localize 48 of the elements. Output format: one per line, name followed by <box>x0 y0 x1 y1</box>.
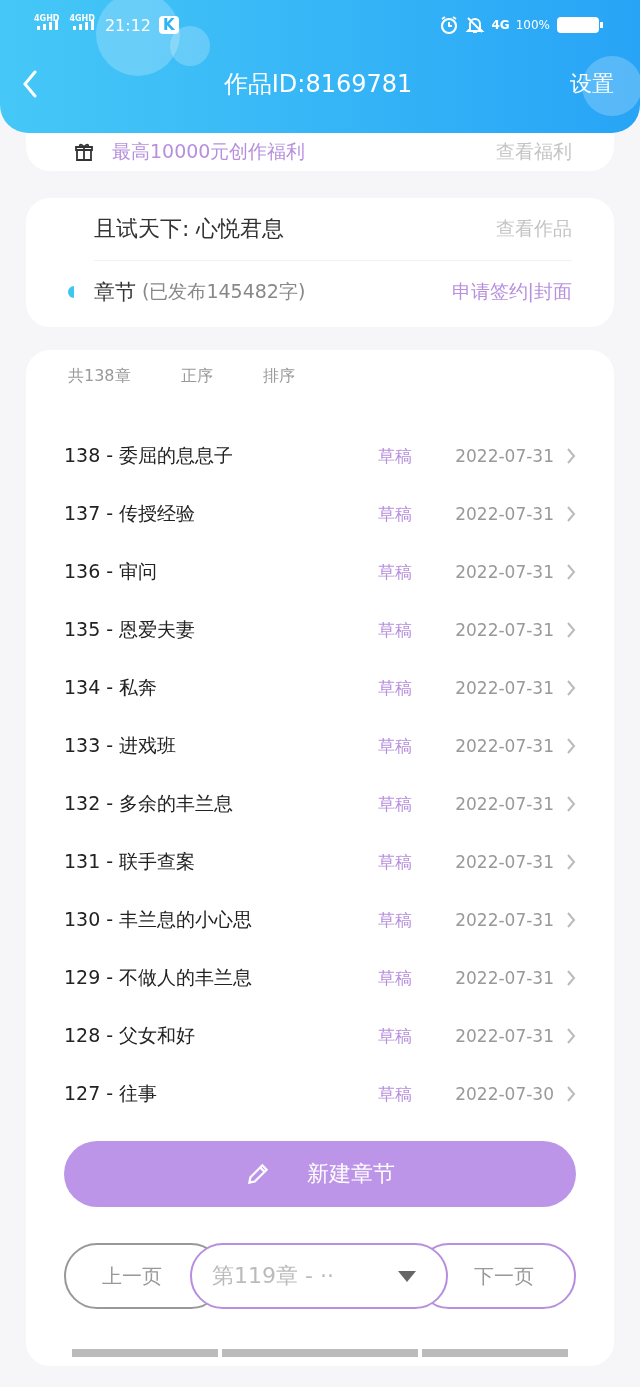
chapter-date: 2022-07-31 <box>454 678 554 698</box>
chapter-title: 137 - 传授经验 <box>64 501 197 526</box>
word-count: (已发布145482字) <box>142 279 307 304</box>
chapter-date: 2022-07-31 <box>454 968 554 988</box>
status-tag: 草稿 <box>378 676 448 700</box>
status-tag: 草稿 <box>378 850 448 874</box>
chapter-date: 2022-07-30 <box>454 1084 554 1104</box>
status-tag: 草稿 <box>378 502 448 526</box>
chapter-title: 138 - 委屈的息息子 <box>64 443 235 468</box>
chapters-label: 章节 <box>94 279 136 306</box>
chapter-title: 136 - 审问 <box>64 559 159 584</box>
signal-label: 4GHD <box>34 13 60 23</box>
chapter-date: 2022-07-31 <box>454 504 554 524</box>
chapter-date: 2022-07-31 <box>454 852 554 872</box>
benefit-text: 最高10000元创作福利 <box>112 139 307 164</box>
chapter-title: 131 - 联手查案 <box>64 849 197 874</box>
status-tag: 草稿 <box>378 908 448 932</box>
status-tag: 草稿 <box>378 966 448 990</box>
status-tag: 草稿 <box>378 618 448 642</box>
chapter-title: 129 - 不做人的丰兰息 <box>64 965 254 990</box>
chapter-title: 127 - 往事 <box>64 1081 159 1106</box>
network-label: 4G <box>491 18 510 32</box>
chapter-date: 2022-07-31 <box>454 562 554 582</box>
chapter-title: 134 - 私奔 <box>64 675 159 700</box>
work-title: 且试天下: 心悦君息 <box>94 215 285 243</box>
signal-label: 4GHD <box>69 13 95 23</box>
battery-label: 100% <box>515 18 550 32</box>
chapter-date: 2022-07-31 <box>454 620 554 640</box>
status-tag: 草稿 <box>378 444 448 468</box>
page-title: 作品ID:8169781 <box>223 69 413 100</box>
status-tag: 草稿 <box>378 1082 448 1106</box>
chapter-total: 共138章 <box>68 366 131 387</box>
chapter-title: 133 - 进戏班 <box>64 733 178 758</box>
chapter-date: 2022-07-31 <box>454 794 554 814</box>
clock: 21:12 <box>104 15 152 35</box>
chapter-date: 2022-07-31 <box>454 910 554 930</box>
chapter-title: 132 - 多余的丰兰息 <box>64 791 235 816</box>
status-tag: 草稿 <box>378 734 448 758</box>
status-tag: 草稿 <box>378 560 448 584</box>
status-tag: 草稿 <box>378 792 448 816</box>
chapter-date: 2022-07-31 <box>454 736 554 756</box>
chapter-title: 130 - 丰兰息的小心思 <box>64 907 254 932</box>
status-tag: 草稿 <box>378 1024 448 1048</box>
chapter-title: 128 - 父女和好 <box>64 1023 197 1048</box>
chapter-date: 2022-07-31 <box>454 1026 554 1046</box>
app-badge: K <box>159 16 179 34</box>
chapter-date: 2022-07-31 <box>454 446 554 466</box>
chapter-title: 135 - 恩爱夫妻 <box>64 617 197 642</box>
